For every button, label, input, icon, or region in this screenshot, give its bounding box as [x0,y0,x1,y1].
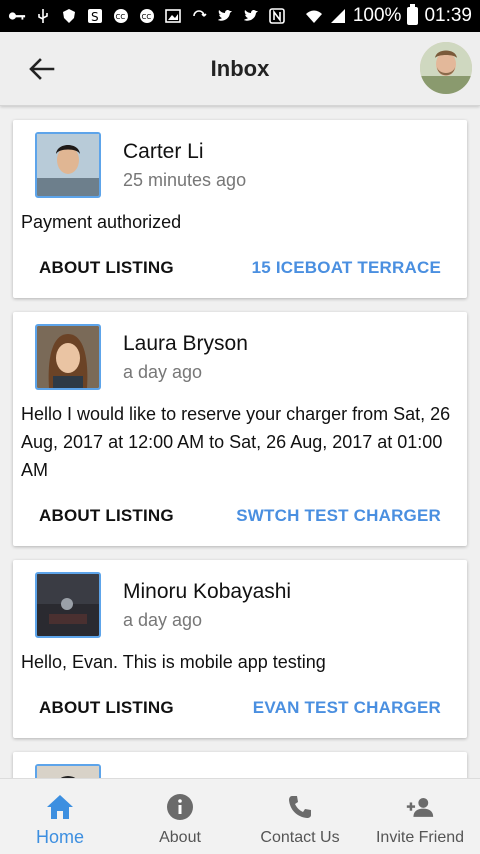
sender-avatar [35,572,101,638]
info-icon [166,793,194,821]
message-time: 25 minutes ago [123,170,247,190]
phone-icon [286,793,314,821]
message-time: a day ago [123,610,203,630]
sender-avatar [35,764,101,778]
page-title: Inbox [210,55,270,81]
clock: 01:39 [424,5,472,26]
sender-avatar [35,132,101,198]
listing-link[interactable]: 15 ICEBOAT TERRACE [252,258,441,278]
message-card[interactable]: Laura Bryson a day ago Hello I would lik… [13,312,467,546]
nfc-icon [269,8,285,24]
home-icon [46,793,74,821]
listing-link[interactable]: SWTCH TEST CHARGER [236,506,441,526]
app-bar: Inbox [0,32,480,106]
add-person-icon [406,793,434,821]
cc-icon: CC [114,9,128,23]
person-photo-icon [37,134,99,196]
wifi-icon [305,10,322,23]
about-listing-button[interactable]: ABOUT LISTING [39,506,174,526]
nav-about[interactable]: About [120,779,240,854]
image-icon [165,9,181,23]
message-text: Payment authorized [21,212,182,232]
twitter-icon [218,9,232,21]
nav-home-label: Home [35,827,84,847]
svg-text:S: S [91,10,99,24]
svg-text:CC: CC [142,13,152,21]
nav-contact-label: Contact Us [260,829,340,846]
key-icon [8,12,26,20]
message-time: a day ago [123,362,203,382]
nav-contact[interactable]: Contact Us [240,779,360,854]
notification-icons: S CC CC [8,8,305,24]
status-bar: S CC CC 100% 01:39 [0,0,480,32]
usb-icon [38,9,48,23]
sender-name: Carter Li [123,140,204,163]
profile-avatar[interactable] [420,42,472,94]
back-button[interactable] [22,52,62,86]
sender-avatar [35,324,101,390]
inbox-list: Carter Li 25 minutes ago Payment authori… [0,106,480,778]
user-photo-icon [420,42,472,94]
signal-icon [330,9,345,23]
nav-home[interactable]: Home [0,779,120,854]
arrow-left-icon [29,58,55,80]
person-photo-icon [37,766,99,778]
about-listing-button[interactable]: ABOUT LISTING [39,698,174,718]
nav-about-label: About [159,829,201,846]
nav-invite[interactable]: Invite Friend [360,779,480,854]
message-text: Hello I would like to reserve your charg… [21,404,451,480]
twitter-icon [244,9,258,21]
nav-invite-label: Invite Friend [375,829,465,846]
message-text: Hello, Evan. This is mobile app testing [21,652,326,672]
s-icon: S [88,9,102,24]
cc-icon: CC [140,9,154,23]
shield-icon [63,9,75,23]
sender-name: Minoru Kobayashi [123,580,292,603]
person-photo-icon [37,574,99,636]
about-listing-button[interactable]: ABOUT LISTING [39,258,174,278]
battery-icon [407,4,419,25]
message-card[interactable]: Minoru Kobayashi a day ago Hello, Evan. … [13,560,467,738]
listing-link[interactable]: EVAN TEST CHARGER [253,698,441,718]
svg-text:CC: CC [116,13,126,21]
message-card[interactable]: Carter Li 25 minutes ago Payment authori… [13,120,467,298]
sender-name: Laura Bryson [123,332,248,355]
battery-percent: 100% [352,5,402,26]
person-photo-icon [37,326,99,388]
sync-icon [193,10,207,17]
message-card[interactable] [13,752,467,778]
bottom-navigation: Home About Contact Us Invite Friend [0,778,480,854]
